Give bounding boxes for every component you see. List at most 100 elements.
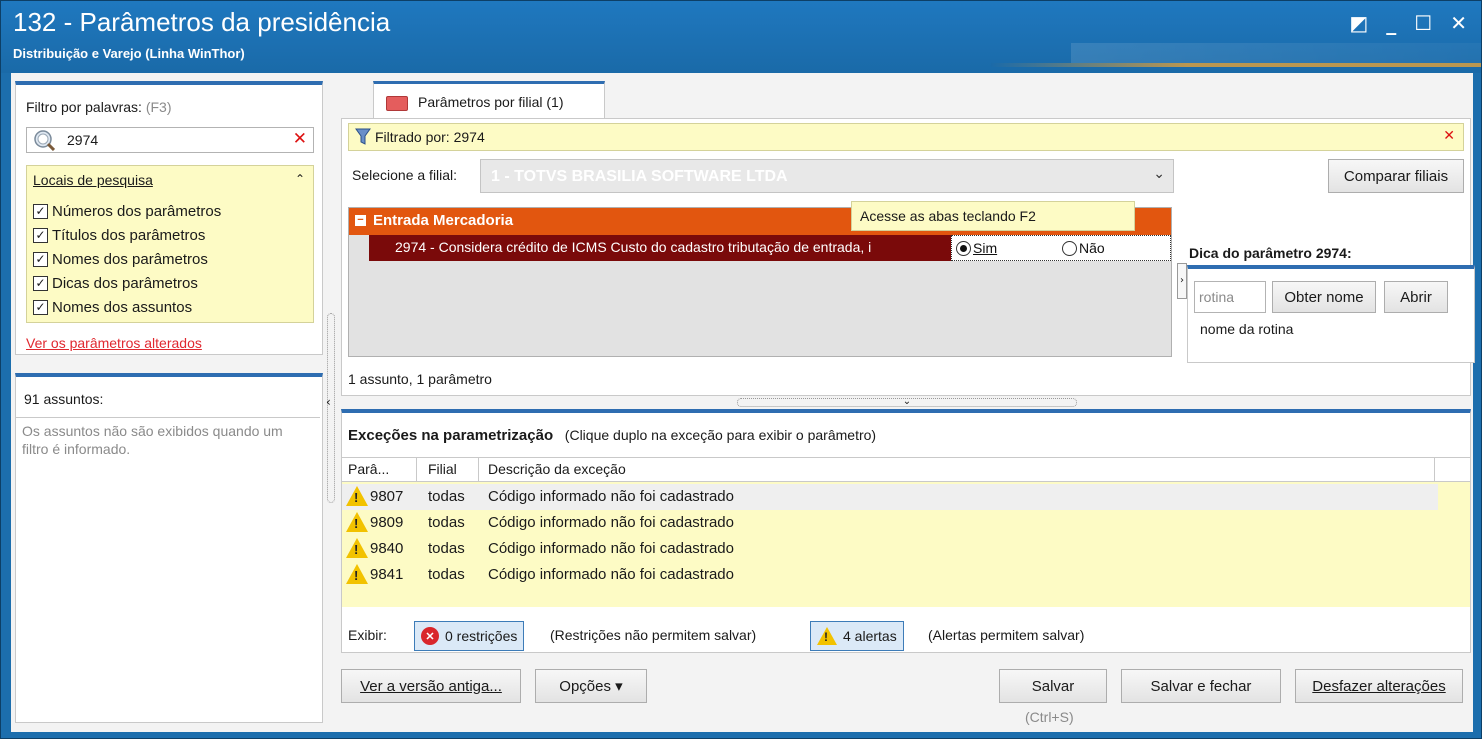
branch-select[interactable]: 1 - TOTVS BRASILIA SOFTWARE LTDA ⌄ [480, 159, 1174, 193]
exception-param: 9841 [370, 566, 404, 583]
checkbox-dicas[interactable]: ✓ Dicas dos parâmetros [33, 272, 198, 294]
branch-value: 1 - TOTVS BRASILIA SOFTWARE LTDA [491, 168, 788, 185]
exception-row[interactable]: 9807 todas Código informado não foi cada… [342, 484, 1438, 510]
error-icon: ✕ [421, 627, 439, 645]
subjects-list[interactable]: Os assuntos não são exibidos quando um f… [16, 417, 320, 719]
f2-hint: Acesse as abas teclando F2 [851, 201, 1135, 231]
column-header-param[interactable]: Parâ... [348, 461, 389, 477]
restore-icon[interactable]: ◩ [1349, 11, 1368, 35]
checkbox-check-icon: ✓ [33, 299, 48, 315]
save-button[interactable]: Salvar [999, 669, 1107, 703]
save-close-button[interactable]: Salvar e fechar [1121, 669, 1281, 703]
title-decoration [1071, 43, 1481, 63]
chevron-left-icon[interactable]: ‹ [326, 395, 331, 409]
changed-params-link[interactable]: Ver os parâmetros alterados [26, 335, 202, 351]
checkbox-label: Nomes dos assuntos [52, 298, 193, 316]
clear-filter-icon[interactable]: ✕ [293, 129, 307, 149]
exceptions-subtitle: (Clique duplo na exceção para exibir o p… [564, 427, 877, 443]
subjects-panel: 91 assuntos: Os assuntos não são exibido… [15, 373, 323, 723]
radio-sim-label: Sim [973, 240, 998, 256]
restrictions-toggle[interactable]: ✕ 0 restrições [414, 621, 525, 651]
exception-filial: todas [428, 566, 465, 583]
column-separator [478, 458, 479, 482]
routine-name: nome da rotina [1200, 321, 1294, 337]
checkbox-nomes[interactable]: ✓ Nomes dos parâmetros [33, 248, 208, 270]
parameter-text: 2974 - Considera crédito de ICMS Custo d… [395, 239, 872, 255]
chevron-right-icon[interactable]: › [1177, 263, 1187, 299]
app-window: 132 - Parâmetros da presidência Distribu… [0, 0, 1482, 739]
exception-param: 9807 [370, 488, 404, 505]
funnel-icon [355, 128, 371, 145]
exception-param: 9840 [370, 540, 404, 557]
title-bar[interactable]: 132 - Parâmetros da presidência Distribu… [1, 1, 1481, 73]
exception-param: 9809 [370, 514, 404, 531]
close-icon[interactable]: ✕ [1450, 11, 1467, 35]
exception-description: Código informado não foi cadastrado [488, 540, 734, 557]
subjects-count: 91 assuntos: [24, 391, 104, 407]
options-button[interactable]: Opções ▾ [535, 669, 647, 703]
search-locations-title[interactable]: Locais de pesquisa [33, 172, 153, 188]
exceptions-panel: Exceções na parametrização (Clique duplo… [341, 409, 1471, 653]
column-header-descricao[interactable]: Descrição da exceção [488, 461, 626, 477]
compare-branches-button[interactable]: Comparar filiais [1328, 159, 1464, 193]
minimize-icon[interactable]: _ [1386, 11, 1396, 35]
exception-filial: todas [428, 514, 465, 531]
window-controls: ◩ _ ☐ ✕ [1349, 11, 1467, 35]
horizontal-splitter[interactable]: ⌄ [737, 397, 1077, 407]
maximize-icon[interactable]: ☐ [1414, 11, 1432, 35]
warning-icon [346, 512, 368, 532]
f2-hint-text: Acesse as abas teclando F2 [860, 208, 1036, 224]
checkbox-assuntos[interactable]: ✓ Nomes dos assuntos [33, 296, 192, 318]
collapse-icon[interactable]: ⌃ [295, 172, 305, 186]
exception-description: Código informado não foi cadastrado [488, 566, 734, 583]
column-separator [1434, 458, 1435, 482]
search-locations: Locais de pesquisa ⌃ ✓ Números dos parâm… [26, 165, 314, 323]
rotina-input[interactable]: rotina [1194, 281, 1266, 313]
undo-button[interactable]: Desfazer alterações [1295, 669, 1463, 703]
client-area: Filtro por palavras: (F3) 2974 ✕ Locais … [11, 73, 1475, 732]
radio-sim[interactable]: Sim [956, 240, 997, 256]
exception-filial: todas [428, 488, 465, 505]
tab-parametros-filial[interactable]: Parâmetros por filial (1) [373, 81, 605, 119]
exception-description: Código informado não foi cadastrado [488, 488, 734, 505]
checkbox-check-icon: ✓ [33, 275, 48, 291]
exceptions-grid: Parâ... Filial Descrição da exceção 9807… [342, 457, 1470, 607]
exception-description: Código informado não foi cadastrado [488, 514, 734, 531]
checkbox-check-icon: ✓ [33, 251, 48, 267]
collapse-group-icon[interactable]: − [355, 215, 366, 226]
alerts-note: (Alertas permitem salvar) [928, 627, 1085, 643]
open-button[interactable]: Abrir [1384, 281, 1448, 313]
hint-title: Dica do parâmetro 2974: [1189, 245, 1352, 261]
checkbox-label: Números dos parâmetros [52, 202, 222, 220]
exibir-label: Exibir: [348, 627, 387, 643]
exception-row[interactable]: 9841 todas Código informado não foi cada… [342, 562, 1438, 588]
alerts-toggle[interactable]: 4 alertas [810, 621, 904, 651]
get-name-button[interactable]: Obter nome [1272, 281, 1376, 313]
checkbox-label: Títulos dos parâmetros [52, 226, 206, 244]
window-title: 132 - Parâmetros da presidência [13, 7, 391, 37]
clear-filter-status-icon[interactable]: ✕ [1443, 128, 1455, 144]
grid-count: 1 assunto, 1 parâmetro [348, 371, 492, 387]
exceptions-column-header: Parâ... Filial Descrição da exceção [342, 458, 1470, 482]
filter-shortcut: (F3) [145, 99, 172, 115]
save-shortcut: (Ctrl+S) [1025, 709, 1074, 725]
exception-row[interactable]: 9840 todas Código informado não foi cada… [342, 536, 1438, 562]
column-header-filial[interactable]: Filial [428, 461, 457, 477]
chevron-down-icon: ⌄ [1153, 166, 1165, 182]
parameter-options: Sim Não [951, 235, 1171, 261]
checkbox-titulos[interactable]: ✓ Títulos dos parâmetros [33, 224, 205, 246]
filter-input[interactable]: 2974 ✕ [26, 127, 314, 153]
checkbox-label: Nomes dos parâmetros [52, 250, 208, 268]
parameter-row[interactable]: 2974 - Considera crédito de ICMS Custo d… [369, 235, 1171, 261]
title-decoration-line [991, 63, 1481, 67]
radio-nao-label: Não [1079, 240, 1105, 256]
branch-label: Selecione a filial: [352, 167, 458, 183]
checkbox-numeros[interactable]: ✓ Números dos parâmetros [33, 200, 221, 222]
radio-nao[interactable]: Não [1062, 240, 1105, 256]
subjects-empty-message: Os assuntos não são exibidos quando um f… [22, 423, 283, 457]
exception-row[interactable]: 9809 todas Código informado não foi cada… [342, 510, 1438, 536]
old-version-button[interactable]: Ver a versão antiga... [341, 669, 521, 703]
filter-panel: Filtro por palavras: (F3) 2974 ✕ Locais … [15, 81, 323, 355]
search-icon [34, 130, 55, 151]
exception-filial: todas [428, 540, 465, 557]
